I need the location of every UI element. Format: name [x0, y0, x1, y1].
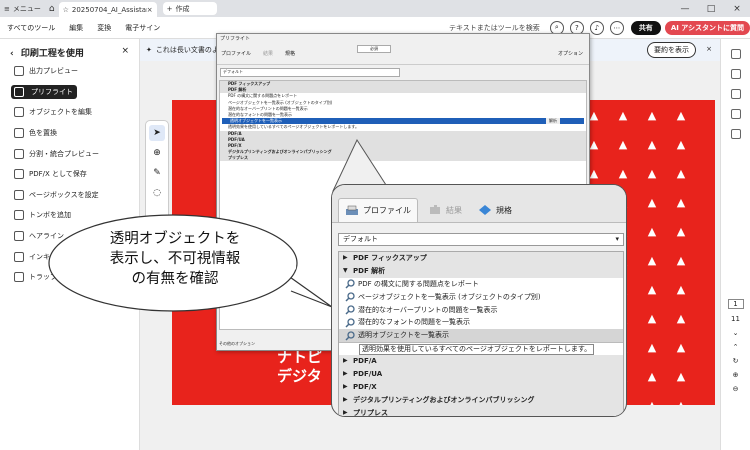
- group-label: PDF 解析: [353, 266, 386, 275]
- item-label: 潜在的なフォントの問題を一覧表示: [358, 318, 470, 327]
- zoom-tree-item[interactable]: PDF の構文に関する問題点をレポート: [339, 278, 623, 291]
- item-label: PDF の構文に関する問題点をレポート: [358, 279, 479, 288]
- zoom-tree-group[interactable]: ▶ PDF/X: [339, 380, 623, 394]
- group-label: デジタルプリンティングおよびオンラインパブリッシング: [353, 395, 535, 404]
- puzzle-icon: [430, 205, 440, 214]
- zoom-tree-group[interactable]: ▶ PDF/UA: [339, 368, 623, 381]
- zoom-item-description: 透明効果を使用しているすべてのページオブジェクトをレポートします。: [339, 342, 623, 355]
- item-label: 透明オブジェクトを一覧表示: [358, 331, 449, 340]
- zoom-tree-group[interactable]: ▶ プリプレス: [339, 406, 623, 417]
- zoom-tab-label: プロファイル: [363, 206, 411, 215]
- callout-line: の有無を確認: [131, 271, 219, 287]
- zoom-tab-profile[interactable]: プロファイル: [338, 198, 418, 222]
- group-label: PDF/A: [353, 357, 377, 366]
- item-label: 潜在的なオーバープリントの問題を一覧表示: [358, 305, 498, 314]
- zoom-tree-item[interactable]: 潜在的なオーバープリントの問題を一覧表示: [339, 304, 623, 317]
- magnifier-icon: [345, 279, 355, 289]
- zoom-tree-item[interactable]: ページオブジェクトを一覧表示 (オブジェクトのタイプ別): [339, 291, 623, 304]
- zoom-profile-select[interactable]: デフォルト ▾: [338, 233, 624, 246]
- triangle-right-icon[interactable]: ▶: [343, 368, 349, 381]
- magnifier-icon: [345, 305, 355, 315]
- diamond-icon: [479, 205, 491, 215]
- zoom-tab-label: 規格: [496, 205, 512, 215]
- magnifier-icon: [345, 292, 355, 302]
- callout-line: 透明オブジェクトを: [109, 231, 241, 247]
- magnifier-icon: [345, 331, 355, 341]
- description-text: 透明効果を使用しているすべてのページオブジェクトをレポートします。: [359, 343, 595, 355]
- triangle-right-icon[interactable]: ▶: [343, 381, 349, 394]
- group-label: プリプレス: [353, 408, 388, 417]
- zoom-profile-tree: ▶ PDF フィックスアップ ▼ PDF 解析 PDF の構文に関する問題点をレポートペ…: [338, 251, 624, 417]
- triangle-right-icon[interactable]: ▶: [343, 407, 349, 416]
- magnifier-icon: [345, 318, 355, 328]
- group-label: PDF フィックスアップ: [353, 254, 427, 262]
- item-label: ページオブジェクトを一覧表示 (オブジェクトのタイプ別): [358, 292, 541, 301]
- zoom-callout: プロファイル 結果 規格 デフォルト ▾ ▶ PDF フィックスアップ ▼ PDF 解…: [331, 184, 627, 417]
- callout-line: 表示し、不可視情報: [109, 251, 241, 267]
- zoom-tab-standards[interactable]: 規格: [472, 198, 518, 222]
- preflight-icon: [14, 86, 24, 97]
- triangle-right-icon[interactable]: ▶: [343, 394, 349, 407]
- triangle-right-icon[interactable]: ▶: [343, 355, 349, 368]
- printer-icon: [346, 205, 358, 215]
- triangle-down-icon[interactable]: ▼: [343, 265, 349, 278]
- callout-text: 透明オブジェクトを 表示し、不可視情報 の有無を確認: [95, 229, 255, 289]
- zoom-tree-item[interactable]: 潜在的なフォントの問題を一覧表示: [339, 316, 623, 329]
- zoom-tabs: プロファイル 結果 規格: [332, 185, 626, 223]
- zoom-tab-results[interactable]: 結果: [422, 198, 468, 222]
- zoom-tree-group[interactable]: ▶ PDF/A: [339, 355, 623, 369]
- triangle-right-icon[interactable]: ▶: [343, 252, 349, 265]
- chevron-down-icon: ▾: [615, 235, 619, 243]
- zoom-tree-group[interactable]: ▶ PDF フィックスアップ: [339, 252, 623, 265]
- zoom-tab-label: 結果: [446, 205, 462, 215]
- zoom-tree-group[interactable]: ▼ PDF 解析: [339, 264, 623, 278]
- group-label: PDF/UA: [353, 370, 383, 379]
- zoom-tree-item-selected[interactable]: 透明オブジェクトを一覧表示: [339, 329, 623, 343]
- group-label: PDF/X: [353, 382, 377, 391]
- select-value: デフォルト: [343, 235, 378, 243]
- zoom-tree-group[interactable]: ▶ デジタルプリンティングおよびオンラインパブリッシング: [339, 393, 623, 407]
